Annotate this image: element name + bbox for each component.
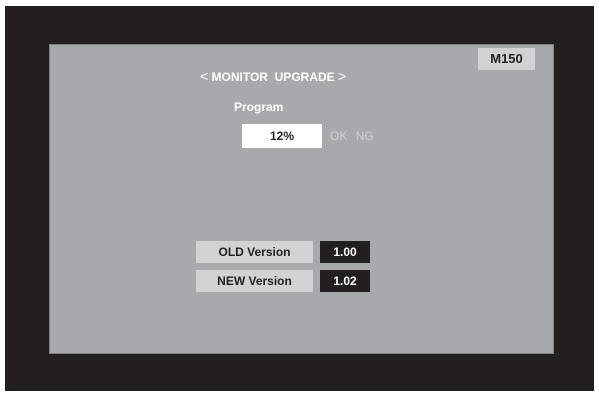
progress-percentage: 12%: [242, 124, 322, 148]
title-text: MONITOR UPGRADE: [211, 70, 335, 84]
program-label: Program: [234, 100, 284, 114]
title-right-bracket: >: [338, 68, 347, 84]
new-version-value: 1.02: [320, 270, 370, 292]
old-version-value: 1.00: [320, 241, 370, 263]
new-version-label: NEW Version: [196, 270, 313, 292]
model-badge: M150: [478, 48, 535, 70]
upgrade-title: < MONITOR UPGRADE >: [200, 67, 410, 85]
old-version-label: OLD Version: [196, 241, 313, 263]
monitor-screen: [49, 44, 554, 354]
status-ng: NG: [355, 129, 374, 143]
status-indicator: OK NG: [330, 128, 374, 144]
title-left-bracket: <: [200, 68, 209, 84]
status-ok: OK: [330, 129, 348, 143]
